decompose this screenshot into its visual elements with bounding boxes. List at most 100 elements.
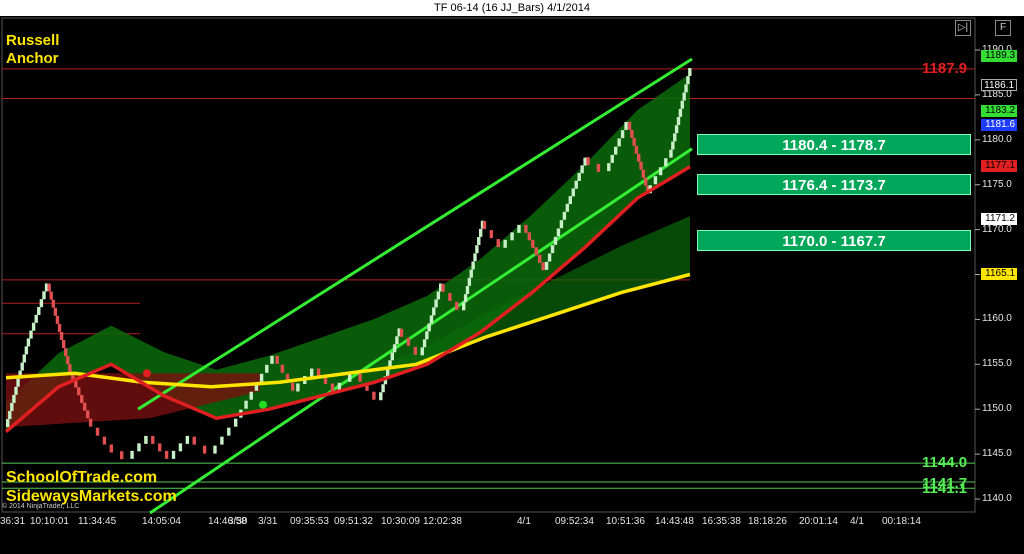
price-bar-56	[244, 400, 248, 409]
y-tick-label: 1150.0	[982, 403, 1012, 415]
y-tick-label: 1145.0	[982, 448, 1012, 460]
price-bar-45	[164, 450, 169, 459]
price-bar-99	[448, 292, 452, 301]
price-bar-149	[634, 145, 639, 154]
x-tick-label: 14:43:48	[655, 516, 694, 527]
x-tick-label: 16:35:38	[702, 516, 741, 527]
price-bar-46	[171, 450, 176, 459]
y-tick-label: 1155.0	[982, 358, 1012, 370]
price-bar-44	[158, 443, 162, 452]
price-bar-82	[390, 352, 395, 361]
chart-title-line1: Russell	[6, 32, 60, 49]
price-bar-35	[88, 418, 93, 427]
price-bar-3	[12, 394, 16, 403]
price-bar-136	[580, 165, 584, 174]
y-tick-label: 1170.0	[982, 223, 1012, 235]
price-bar-122	[538, 254, 542, 263]
price-bar-51	[213, 445, 217, 454]
price-bar-20	[51, 299, 55, 308]
price-tag: 1177.1	[981, 159, 1017, 172]
brand-line1[interactable]: SchoolOfTrade.com	[6, 469, 157, 487]
price-bar-7	[20, 362, 24, 371]
price-bar-130	[562, 211, 567, 220]
price-bar-142	[614, 146, 618, 155]
price-bar-131	[565, 203, 570, 212]
price-bar-43	[151, 435, 155, 444]
x-tick-label: 00:18:14	[882, 516, 921, 527]
price-bar-101	[462, 302, 466, 311]
y-tick-label: 1175.0	[982, 178, 1012, 190]
price-bar-60	[265, 364, 269, 373]
price-bar-1	[8, 411, 12, 420]
target-zone[interactable]: 1176.4 - 1173.7	[697, 174, 971, 196]
price-bar-110	[478, 228, 483, 237]
price-bar-106	[471, 261, 475, 270]
price-tag: 1186.1	[981, 79, 1017, 92]
target-zone[interactable]: 1180.4 - 1178.7	[697, 133, 971, 155]
price-bar-38	[109, 444, 114, 453]
x-tick-label: 12:02:38	[423, 516, 462, 527]
price-bar-108	[475, 245, 479, 254]
price-bar-74	[358, 373, 362, 382]
price-bar-164	[678, 108, 683, 117]
signal-dot-red	[143, 369, 151, 378]
price-tag: 1165.1	[981, 267, 1017, 280]
price-bar-112	[482, 221, 487, 230]
price-bar-84	[395, 336, 399, 345]
price-bar-66	[296, 383, 300, 392]
price-bar-104	[467, 277, 472, 286]
price-bar-27	[66, 356, 70, 365]
price-bar-143	[617, 138, 621, 147]
price-bar-33	[82, 402, 87, 411]
x-tick-label: 09:51:32	[334, 516, 373, 527]
x-tick-label: 10:10:01	[30, 516, 69, 527]
price-bar-120	[531, 239, 535, 248]
price-bar-140	[607, 163, 611, 172]
price-bar-105	[469, 269, 473, 278]
x-tick-label: 10:30:09	[381, 516, 420, 527]
price-bar-156	[653, 176, 658, 185]
price-bar-57	[249, 391, 253, 400]
price-bar-54	[234, 418, 238, 427]
price-bar-157	[658, 167, 663, 176]
price-bar-13	[34, 314, 38, 323]
price-bar-32	[80, 394, 84, 403]
x-tick-label: 10:51:36	[606, 516, 645, 527]
price-bar-40	[130, 450, 134, 459]
chart-window: TF 06-14 (16 JJ_Bars) 4/1/2014 ▷| F Russ…	[0, 0, 1024, 554]
price-bar-132	[568, 196, 572, 205]
y-tick-label: 1140.0	[982, 493, 1012, 504]
price-bar-78	[381, 384, 385, 393]
price-bar-15	[39, 299, 44, 308]
price-bar-89	[420, 347, 424, 356]
price-bar-12	[31, 322, 36, 331]
x-tick-label: 09:35:53	[290, 516, 329, 527]
price-bar-159	[669, 149, 673, 158]
price-bar-10	[26, 338, 31, 347]
price-bar-94	[432, 307, 436, 316]
price-bar-63	[280, 364, 285, 373]
price-bar-49	[192, 436, 196, 445]
price-bar-98	[441, 283, 445, 292]
price-bar-146	[627, 121, 632, 130]
price-bar-42	[144, 435, 148, 444]
price-bar-37	[102, 436, 107, 445]
price-bar-113	[489, 230, 494, 239]
x-tick-label: 3/30	[228, 516, 248, 527]
channel-lower	[149, 147, 693, 515]
price-bar-88	[413, 346, 418, 355]
price-bar-4	[14, 386, 18, 395]
price-bar-9	[24, 346, 29, 355]
price-bar-39	[120, 451, 124, 460]
price-bar-8	[22, 354, 26, 363]
price-bar-83	[392, 344, 397, 353]
price-bar-126	[550, 245, 555, 254]
price-bar-150	[637, 153, 641, 162]
level-label: 1144.0	[922, 454, 968, 472]
price-bar-77	[379, 392, 383, 401]
price-bar-21	[53, 307, 58, 316]
y-tick-label: 1160.0	[982, 313, 1012, 325]
price-bar-36	[95, 427, 100, 436]
target-zone[interactable]: 1170.0 - 1167.7	[697, 229, 971, 251]
price-bar-47	[178, 443, 183, 452]
